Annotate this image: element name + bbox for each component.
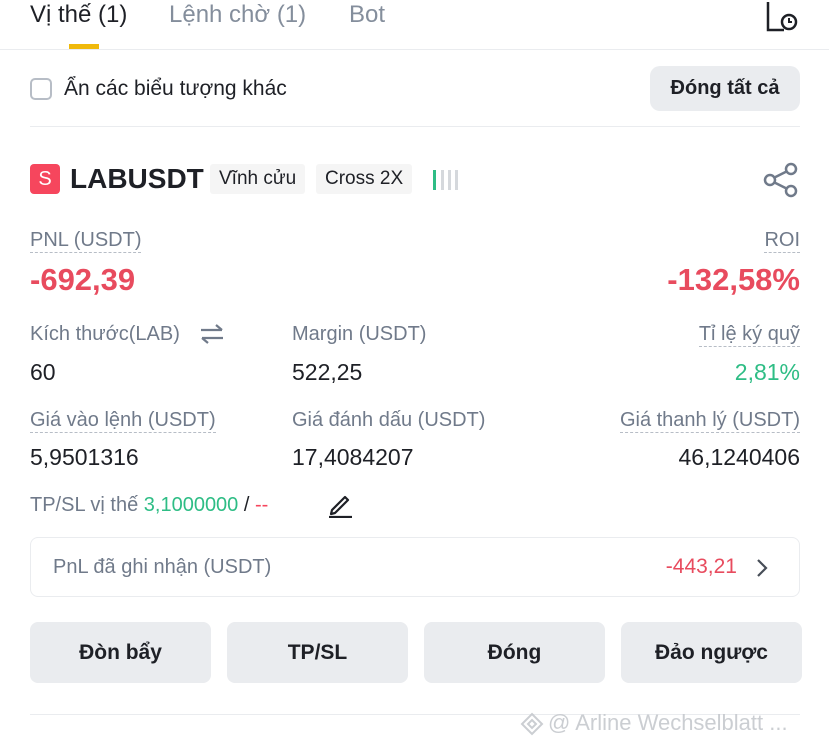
take-profit-value: 3,1000000 bbox=[143, 494, 239, 516]
history-icon[interactable] bbox=[762, 0, 800, 34]
active-tab-indicator bbox=[69, 44, 99, 49]
short-side-badge: S bbox=[30, 164, 60, 194]
roi-label[interactable]: ROI bbox=[764, 228, 800, 253]
entry-price-label[interactable]: Giá vào lệnh (USDT) bbox=[30, 408, 216, 433]
share-icon[interactable] bbox=[762, 162, 800, 198]
tab-positions[interactable]: Vị thế (1) bbox=[30, 0, 127, 30]
realized-pnl-value: -443,21 bbox=[665, 555, 737, 578]
leverage-button[interactable]: Đòn bẩy bbox=[30, 622, 211, 683]
divider bbox=[30, 126, 800, 127]
watermark-logo-icon bbox=[520, 712, 544, 736]
chevron-right-icon bbox=[757, 559, 768, 577]
tpsl-row: TP/SL vị thế 3,1000000 / -- bbox=[30, 493, 268, 517]
tab-open-orders[interactable]: Lệnh chờ (1) bbox=[169, 0, 306, 30]
hide-other-symbols-label[interactable]: Ẩn các biểu tượng khác bbox=[64, 76, 287, 102]
edit-icon[interactable] bbox=[326, 490, 354, 518]
pnl-value: -692,39 bbox=[30, 262, 136, 297]
margin-ratio-label[interactable]: Tỉ lệ ký quỹ bbox=[698, 322, 800, 347]
margin-ratio-value: 2,81% bbox=[734, 359, 800, 385]
symbol-name[interactable]: LABUSDT bbox=[70, 161, 204, 197]
mark-price-label: Giá đánh dấu (USDT) bbox=[292, 409, 486, 431]
contract-type-tag: Vĩnh cửu bbox=[210, 164, 306, 194]
tab-bot[interactable]: Bot bbox=[349, 0, 385, 30]
hide-other-symbols-checkbox[interactable] bbox=[30, 78, 52, 100]
tpsl-separator: / bbox=[243, 494, 250, 516]
tpsl-label: TP/SL vị thế bbox=[30, 494, 139, 516]
mark-price-value: 17,4084207 bbox=[292, 444, 414, 470]
margin-mode-tag[interactable]: Cross 2X bbox=[316, 164, 413, 194]
realized-pnl-label: PnL đã ghi nhận (USDT) bbox=[53, 556, 272, 578]
stop-loss-value: -- bbox=[255, 494, 269, 516]
watermark-text: @ Arline Wechselblatt ... bbox=[548, 710, 788, 735]
swap-icon[interactable] bbox=[198, 323, 226, 345]
close-position-button[interactable]: Đóng bbox=[424, 622, 605, 683]
signal-bars-icon bbox=[433, 170, 458, 190]
close-all-button[interactable]: Đóng tất cả bbox=[650, 66, 800, 111]
reverse-position-button[interactable]: Đảo ngược bbox=[621, 622, 802, 683]
watermark: @ Arline Wechselblatt ... bbox=[520, 707, 788, 739]
liquidation-price-label[interactable]: Giá thanh lý (USDT) bbox=[619, 408, 800, 433]
margin-value: 522,25 bbox=[292, 359, 363, 385]
margin-label: Margin (USDT) bbox=[292, 323, 427, 345]
roi-value: -132,58% bbox=[667, 262, 800, 297]
pnl-label[interactable]: PNL (USDT) bbox=[30, 228, 142, 253]
tab-bar: Vị thế (1) Lệnh chờ (1) Bot bbox=[0, 0, 829, 50]
tpsl-button[interactable]: TP/SL bbox=[227, 622, 408, 683]
realized-pnl-row[interactable]: PnL đã ghi nhận (USDT) -443,21 bbox=[30, 537, 800, 597]
entry-price-value: 5,9501316 bbox=[30, 444, 139, 470]
size-label: Kích thước(LAB) bbox=[30, 323, 180, 345]
liquidation-price-value: 46,1240406 bbox=[678, 444, 800, 470]
size-value: 60 bbox=[30, 359, 56, 385]
